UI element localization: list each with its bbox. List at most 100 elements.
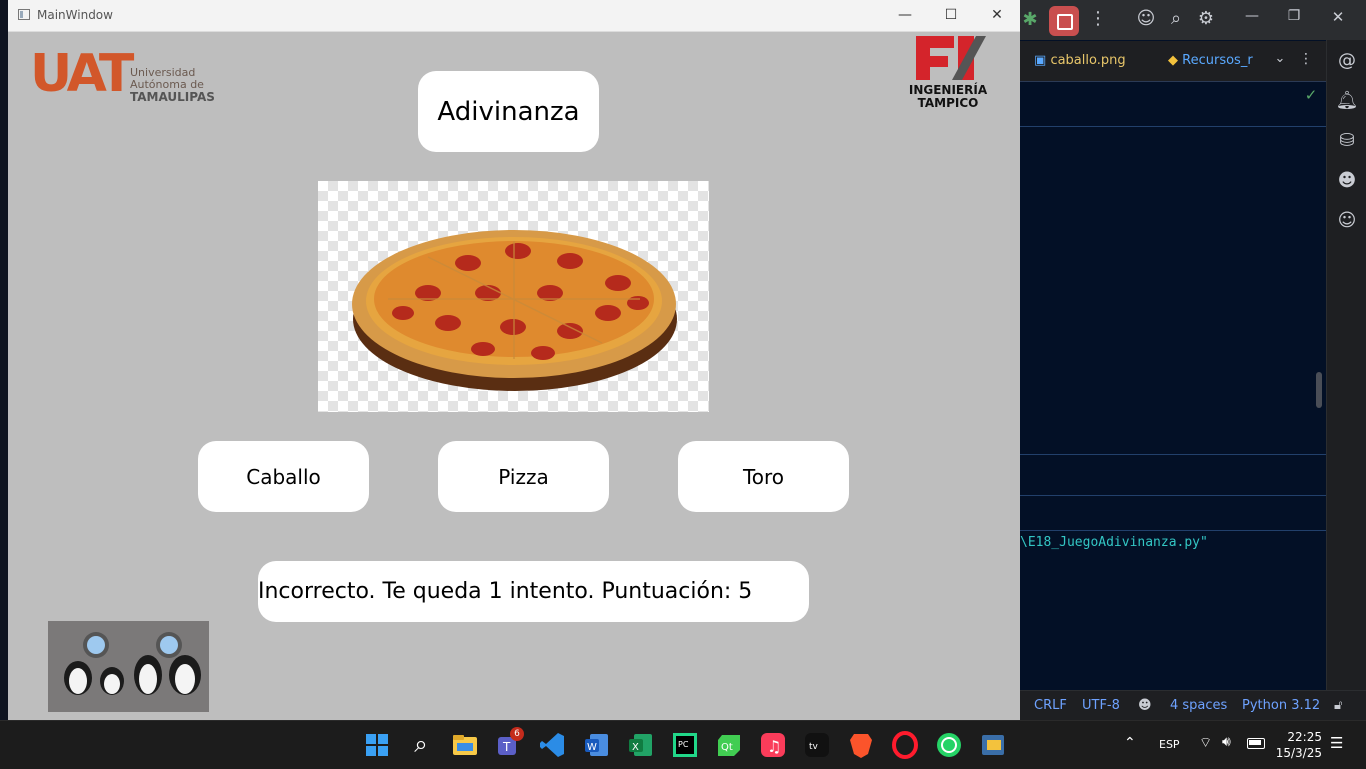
ide-status-bar: CRLF UTF-8 ☻ 4 spaces Python 3.12 🔓︎ — [1020, 690, 1366, 721]
database-icon[interactable]: ⛁ — [1335, 130, 1359, 151]
teams-badge: 6 — [510, 727, 524, 741]
language-indicator[interactable]: ESP — [1159, 738, 1180, 751]
penguins-illustration — [48, 621, 209, 712]
chevron-up-icon[interactable]: ⌃ — [1124, 735, 1136, 751]
qt-icon[interactable]: Qt — [714, 730, 744, 760]
editor-scrollbar[interactable] — [1316, 372, 1322, 408]
search-taskbar-icon[interactable]: ⌕ — [406, 730, 436, 760]
ai-assistant-icon[interactable]: @ — [1335, 50, 1359, 71]
gear-icon[interactable]: ⚙ — [1194, 8, 1218, 29]
window-title: MainWindow — [37, 8, 113, 22]
option-button-pizza[interactable]: Pizza — [438, 441, 609, 512]
stop-icon — [1057, 14, 1073, 30]
uat-text-2: Autónoma de — [130, 78, 204, 91]
checkmark-icon: ✓ — [1304, 86, 1318, 104]
ide-minimize-icon[interactable]: — — [1240, 8, 1264, 24]
svg-text:Qt: Qt — [721, 742, 733, 753]
teams-icon[interactable]: T 6 — [494, 727, 524, 760]
fi-logo: INGENIERÍA TAMPICO — [898, 34, 998, 112]
uat-letters: UAT — [30, 44, 134, 104]
chevron-down-icon[interactable]: ⌄ — [1272, 51, 1288, 66]
maximize-button[interactable]: ☐ — [928, 3, 974, 28]
line-ending-status[interactable]: CRLF — [1034, 698, 1067, 713]
tab-label: Recursos_r — [1182, 53, 1253, 68]
tab-recursos[interactable]: ◆ Recursos_r — [1168, 53, 1272, 68]
battery-level — [1249, 740, 1261, 745]
console-output: \E18_JuegoAdivinanza.py" — [1020, 535, 1208, 550]
ide-toolbar: ✱ ⋮ ☺ ⌕ ⚙ — ❐ ✕ — [1020, 0, 1366, 40]
tabs-more-icon[interactable]: ⋮ — [1298, 51, 1314, 67]
uat-logo: UAT Universidad Autónoma de TAMAULIPAS — [30, 44, 220, 110]
result-message-label: Incorrecto. Te queda 1 intento. Puntuaci… — [258, 561, 809, 622]
interpreter-status[interactable]: Python 3.12 — [1242, 698, 1320, 713]
option-button-caballo[interactable]: Caballo — [198, 441, 369, 512]
excel-icon[interactable]: X — [626, 730, 656, 760]
copilot-icon[interactable]: ☻ — [1335, 170, 1359, 191]
indent-status[interactable]: 4 spaces — [1170, 698, 1227, 713]
brave-icon[interactable] — [846, 730, 876, 760]
tab-caballo-png[interactable]: ▣ caballo.png — [1034, 53, 1126, 68]
word-icon[interactable]: W — [582, 730, 612, 760]
lock-icon[interactable]: 🔓︎ — [1334, 698, 1342, 713]
python-app-icon[interactable] — [978, 730, 1008, 760]
wifi-icon[interactable]: ⌔ — [1199, 734, 1212, 752]
ide-window: ✱ ⋮ ☺ ⌕ ⚙ — ❐ ✕ ▣ caballo.png ◆ Recursos… — [1020, 0, 1366, 721]
penguins-image — [48, 621, 209, 712]
taskbar: ⌕ T 6 W X PC Qt ♫ tv ⌃ ESP ⌔ 🔊︎ 22:25 15… — [0, 720, 1366, 769]
clock[interactable]: 22:25 15/3/25 — [1276, 729, 1322, 761]
svg-text:T: T — [502, 740, 511, 754]
file-explorer-icon[interactable] — [450, 730, 480, 760]
ide-divider — [1020, 495, 1326, 496]
svg-text:PC: PC — [678, 740, 689, 749]
python-file-icon: ◆ — [1168, 53, 1178, 68]
copilot-chat-icon[interactable]: ☺ — [1335, 210, 1359, 231]
ide-divider — [1020, 454, 1326, 455]
game-title: Adivinanza — [437, 96, 580, 127]
copilot-status-icon[interactable]: ☻ — [1138, 698, 1152, 713]
more-vertical-icon[interactable]: ⋮ — [1088, 8, 1108, 29]
opera-icon[interactable] — [890, 730, 920, 760]
ide-tool-strip: @ 🔔︎ ⛁ ☻ ☺ — [1326, 40, 1366, 690]
start-button[interactable] — [362, 730, 392, 760]
vscode-icon[interactable] — [538, 730, 568, 760]
pizza-illustration — [352, 230, 677, 391]
uat-text-3: TAMAULIPAS — [130, 90, 215, 104]
ide-editor-tabs: ▣ caballo.png ◆ Recursos_r ⌄ ⋮ — [1020, 41, 1326, 82]
svg-text:tv: tv — [809, 742, 819, 752]
encoding-status[interactable]: UTF-8 — [1082, 698, 1120, 713]
tab-label: caballo.png — [1050, 53, 1126, 68]
notification-center-icon[interactable]: ☰ — [1330, 734, 1343, 752]
result-message: Incorrecto. Te queda 1 intento. Puntuaci… — [258, 579, 753, 604]
windows-icon — [366, 734, 388, 756]
image-file-icon: ▣ — [1034, 53, 1047, 68]
minimize-button[interactable]: — — [882, 3, 928, 28]
add-user-icon[interactable]: ☺ — [1134, 8, 1158, 29]
whatsapp-icon[interactable] — [934, 730, 964, 760]
debug-icon[interactable]: ✱ — [1020, 9, 1040, 30]
ide-divider — [1020, 126, 1326, 127]
ide-restore-icon[interactable]: ❐ — [1282, 8, 1306, 24]
music-icon[interactable]: ♫ — [758, 730, 788, 760]
fi-text-2: TAMPICO — [917, 96, 979, 110]
clock-time: 22:25 — [1287, 730, 1322, 744]
riddle-image — [318, 181, 709, 412]
uat-text-1: Universidad — [130, 66, 196, 79]
window-titlebar[interactable]: MainWindow — ☐ ✕ — [8, 0, 1020, 32]
option-button-toro[interactable]: Toro — [678, 441, 849, 512]
stop-button[interactable] — [1049, 6, 1079, 36]
volume-icon[interactable]: 🔊︎ — [1222, 734, 1231, 750]
battery-icon[interactable] — [1247, 738, 1265, 749]
app-icon — [18, 9, 30, 20]
notifications-icon[interactable]: 🔔︎ — [1335, 90, 1359, 111]
pycharm-icon[interactable]: PC — [670, 730, 700, 760]
apple-tv-icon[interactable]: tv — [802, 730, 832, 760]
svg-text:X: X — [632, 742, 639, 753]
search-icon[interactable]: ⌕ — [1164, 8, 1188, 29]
svg-text:♫: ♫ — [767, 737, 781, 756]
ide-close-icon[interactable]: ✕ — [1326, 8, 1350, 26]
game-title-label: Adivinanza — [418, 71, 599, 152]
clock-date: 15/3/25 — [1275, 746, 1322, 760]
close-button[interactable]: ✕ — [974, 3, 1020, 28]
fi-logo-mark — [916, 36, 986, 80]
svg-text:W: W — [587, 742, 597, 753]
